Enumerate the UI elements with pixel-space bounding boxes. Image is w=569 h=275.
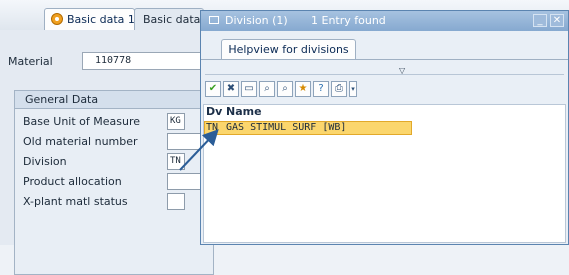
field-row-xplant-status: X-plant matl status xyxy=(23,193,203,211)
ok-checkmark-icon[interactable]: ✔ xyxy=(205,81,221,97)
dialog-title: Division (1) xyxy=(225,14,288,27)
general-data-group: General Data Base Unit of Measure KG Old… xyxy=(14,90,215,275)
close-icon[interactable]: ✕ xyxy=(550,14,564,27)
field-row-old-material: Old material number xyxy=(23,133,207,151)
tab-label: Basic data 1 xyxy=(67,13,135,26)
cell-dv: TN xyxy=(206,122,219,133)
filter-arrow-icon[interactable]: ▽ xyxy=(399,66,405,75)
base-unit-input[interactable]: KG xyxy=(167,113,185,130)
field-label: Old material number xyxy=(23,135,138,148)
division-input[interactable]: TN xyxy=(167,153,185,170)
tab-basic-data-1[interactable]: Basic data 1 xyxy=(44,8,135,30)
column-header-name: Name xyxy=(226,105,262,118)
cancel-icon[interactable]: ✖ xyxy=(223,81,239,97)
tab-divider xyxy=(201,59,568,60)
field-label: X-plant matl status xyxy=(23,195,128,208)
field-row-base-unit: Base Unit of Measure KG xyxy=(23,113,203,131)
tab-helpview-divisions[interactable]: Helpview for divisions xyxy=(221,39,356,60)
xplant-status-input[interactable] xyxy=(167,193,185,210)
new-document-icon[interactable]: ▭ xyxy=(241,81,257,97)
material-field[interactable]: 110778 xyxy=(82,52,212,70)
division-help-dialog: Division (1) 1 Entry found _ ✕ Helpview … xyxy=(200,10,569,245)
favorite-star-icon[interactable]: ★ xyxy=(295,81,311,97)
cell-name: GAS STIMUL SURF [WB] xyxy=(226,122,347,133)
field-row-product-allocation: Product allocation xyxy=(23,173,207,191)
find-next-icon[interactable]: ⌕ xyxy=(277,81,293,97)
print-icon[interactable]: ⎙ xyxy=(331,81,347,97)
minimize-icon[interactable]: _ xyxy=(533,14,547,27)
results-list: Dv Name TN GAS STIMUL SURF [WB] xyxy=(203,104,566,243)
material-row: Material 110778 xyxy=(8,52,212,72)
dropdown-icon[interactable]: ▾ xyxy=(349,81,357,97)
field-label: Base Unit of Measure xyxy=(23,115,141,128)
column-header-dv: Dv xyxy=(206,105,223,118)
group-title: General Data xyxy=(15,91,215,109)
list-item[interactable]: TN GAS STIMUL SURF [WB] xyxy=(204,121,565,135)
field-label: Division xyxy=(23,155,67,168)
window-icon xyxy=(209,16,219,24)
dialog-titlebar[interactable]: Division (1) 1 Entry found _ ✕ xyxy=(201,11,568,31)
find-icon[interactable]: ⌕ xyxy=(259,81,275,97)
field-label: Product allocation xyxy=(23,175,122,188)
help-icon[interactable]: ? xyxy=(313,81,329,97)
tab-basic-data-2[interactable]: Basic data 2 xyxy=(134,8,204,30)
dialog-toolbar: ✔ ✖ ▭ ⌕ ⌕ ★ ? ⎙ ▾ xyxy=(201,79,568,101)
dialog-tabs: Helpview for divisions ▽ xyxy=(201,31,568,75)
status-icon xyxy=(51,13,63,25)
tab-label: Basic data 2 xyxy=(143,13,203,26)
field-row-division: Division TN xyxy=(23,153,203,171)
entry-count: 1 Entry found xyxy=(311,14,386,27)
material-label: Material xyxy=(8,55,53,68)
list-header: Dv Name xyxy=(204,105,565,119)
filter-strip: ▽ xyxy=(205,64,564,75)
